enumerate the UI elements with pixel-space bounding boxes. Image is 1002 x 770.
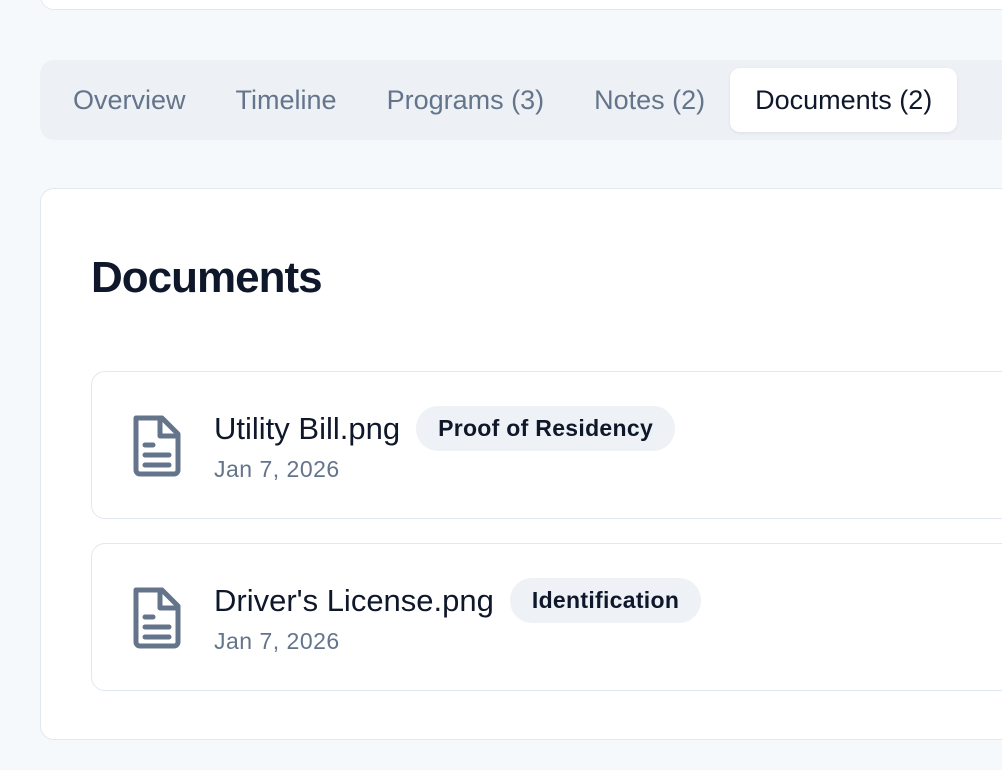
- tab-notes[interactable]: Notes (2): [569, 68, 730, 132]
- tab-documents[interactable]: Documents (2): [730, 68, 958, 132]
- document-tag-badge: Identification: [509, 578, 702, 623]
- tab-timeline[interactable]: Timeline: [211, 68, 362, 132]
- document-item[interactable]: Utility Bill.png Proof of Residency Jan …: [91, 371, 1002, 519]
- document-item[interactable]: Driver's License.png Identification Jan …: [91, 543, 1002, 691]
- file-text-icon: [133, 415, 181, 477]
- tab-overview[interactable]: Overview: [48, 68, 211, 132]
- document-tag-badge: Proof of Residency: [416, 406, 676, 451]
- section-title: Documents: [91, 253, 323, 302]
- document-header: Driver's License.png Identification: [214, 578, 702, 623]
- document-name[interactable]: Driver's License.png: [214, 583, 494, 619]
- document-header: Utility Bill.png Proof of Residency: [214, 406, 676, 451]
- tab-programs[interactable]: Programs (3): [362, 68, 570, 132]
- header-card: [40, 0, 1002, 10]
- documents-panel: Documents Utility Bill.png Proof of Resi…: [40, 188, 1002, 740]
- document-date: Jan 7, 2026: [214, 456, 340, 482]
- document-name[interactable]: Utility Bill.png: [214, 411, 400, 447]
- document-date: Jan 7, 2026: [214, 628, 340, 654]
- tab-bar: Overview Timeline Programs (3) Notes (2)…: [40, 60, 1002, 140]
- file-text-icon: [133, 587, 181, 649]
